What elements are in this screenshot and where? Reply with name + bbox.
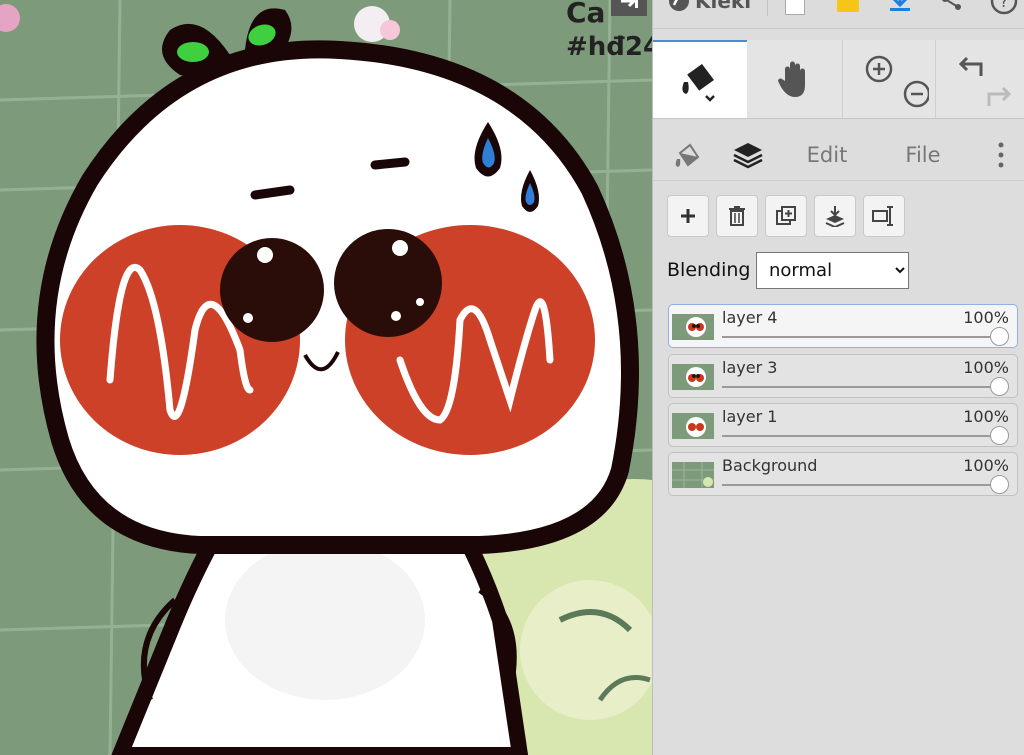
layer-opacity: 100% <box>963 407 1009 426</box>
new-image-icon[interactable] <box>783 0 807 16</box>
layer-item[interactable]: layer 3 100% <box>668 354 1018 398</box>
opacity-slider-track[interactable] <box>722 336 999 338</box>
more-vertical-icon <box>998 142 1004 168</box>
right-panel: Kleki ? Edit File Blending normal layer … <box>611 0 1024 755</box>
opacity-slider-handle[interactable] <box>990 426 1009 445</box>
merge-down-icon <box>825 206 845 227</box>
layer-item[interactable]: Background 100% <box>668 452 1018 496</box>
paint-bucket-icon <box>682 64 715 102</box>
zoom-in-out-icon <box>865 55 929 108</box>
tool-row <box>653 40 1024 119</box>
drawing-canvas[interactable]: Ca #hđ24 <box>0 0 652 755</box>
opacity-slider-track[interactable] <box>722 484 999 486</box>
share-icon[interactable] <box>937 0 967 16</box>
add-layer-icon <box>681 209 695 223</box>
delete-layer-button[interactable] <box>716 195 758 237</box>
layers-icon <box>733 143 763 169</box>
layer-item[interactable]: layer 1 100% <box>668 403 1018 447</box>
top-bar: Kleki ? <box>611 0 1024 29</box>
help-icon[interactable]: ? <box>987 0 1021 16</box>
fill-tool-button[interactable] <box>653 40 747 118</box>
canvas-artwork <box>0 0 652 755</box>
layer-thumbnail <box>672 364 714 390</box>
svg-text:?: ? <box>1000 0 1009 11</box>
duplicate-layer-button[interactable] <box>765 195 807 237</box>
opacity-slider-handle[interactable] <box>990 327 1009 346</box>
layer-item[interactable]: layer 4 100% <box>668 304 1018 348</box>
rename-layer-icon <box>872 206 893 226</box>
open-folder-icon[interactable] <box>833 0 863 16</box>
layer-name: layer 1 <box>722 407 778 426</box>
fill-bucket-tab-icon <box>675 143 700 167</box>
kleki-logo-icon <box>669 0 689 11</box>
add-layer-button[interactable] <box>667 195 709 237</box>
tab-brush[interactable] <box>663 130 713 180</box>
blending-select[interactable]: normal <box>756 252 909 289</box>
tab-divider <box>653 180 1024 181</box>
app-name: Kleki <box>695 0 752 13</box>
topbar-divider <box>767 0 768 16</box>
delete-layer-icon <box>729 206 745 226</box>
tab-edit[interactable]: Edit <box>787 130 867 180</box>
layer-name: layer 3 <box>722 358 778 377</box>
layer-opacity: 100% <box>963 358 1009 377</box>
layer-thumbnail <box>672 314 714 340</box>
fullscreen-icon[interactable] <box>611 0 647 16</box>
blending-label: Blending <box>667 259 751 281</box>
hand-tool-button[interactable] <box>747 40 842 118</box>
layer-thumbnail <box>672 413 714 439</box>
layer-thumbnail <box>672 462 714 488</box>
rename-layer-button[interactable] <box>863 195 905 237</box>
canvas-text-line1: Ca <box>566 0 606 29</box>
undo-redo-icon <box>958 56 1011 106</box>
opacity-slider-track[interactable] <box>722 386 999 388</box>
merge-down-button[interactable] <box>814 195 856 237</box>
opacity-slider-track[interactable] <box>722 435 999 437</box>
more-menu-button[interactable] <box>983 130 1019 180</box>
undo-redo-buttons[interactable] <box>936 40 1024 118</box>
canvas-text-line2: #hđ24 <box>566 32 652 62</box>
duplicate-layer-icon <box>776 206 796 225</box>
layer-name: layer 4 <box>722 308 778 327</box>
opacity-slider-handle[interactable] <box>990 377 1009 396</box>
panel-tabs: Edit File <box>653 130 1024 180</box>
layer-opacity: 100% <box>963 308 1009 327</box>
layer-name: Background <box>722 456 818 475</box>
zoom-tool-button[interactable] <box>843 40 935 118</box>
hand-icon <box>777 61 805 97</box>
kleki-logo: Kleki <box>667 0 767 16</box>
tab-file[interactable]: File <box>883 130 963 180</box>
download-icon[interactable] <box>885 0 915 16</box>
layer-opacity: 100% <box>963 456 1009 475</box>
tab-layers[interactable] <box>717 130 779 180</box>
opacity-slider-handle[interactable] <box>990 475 1009 494</box>
